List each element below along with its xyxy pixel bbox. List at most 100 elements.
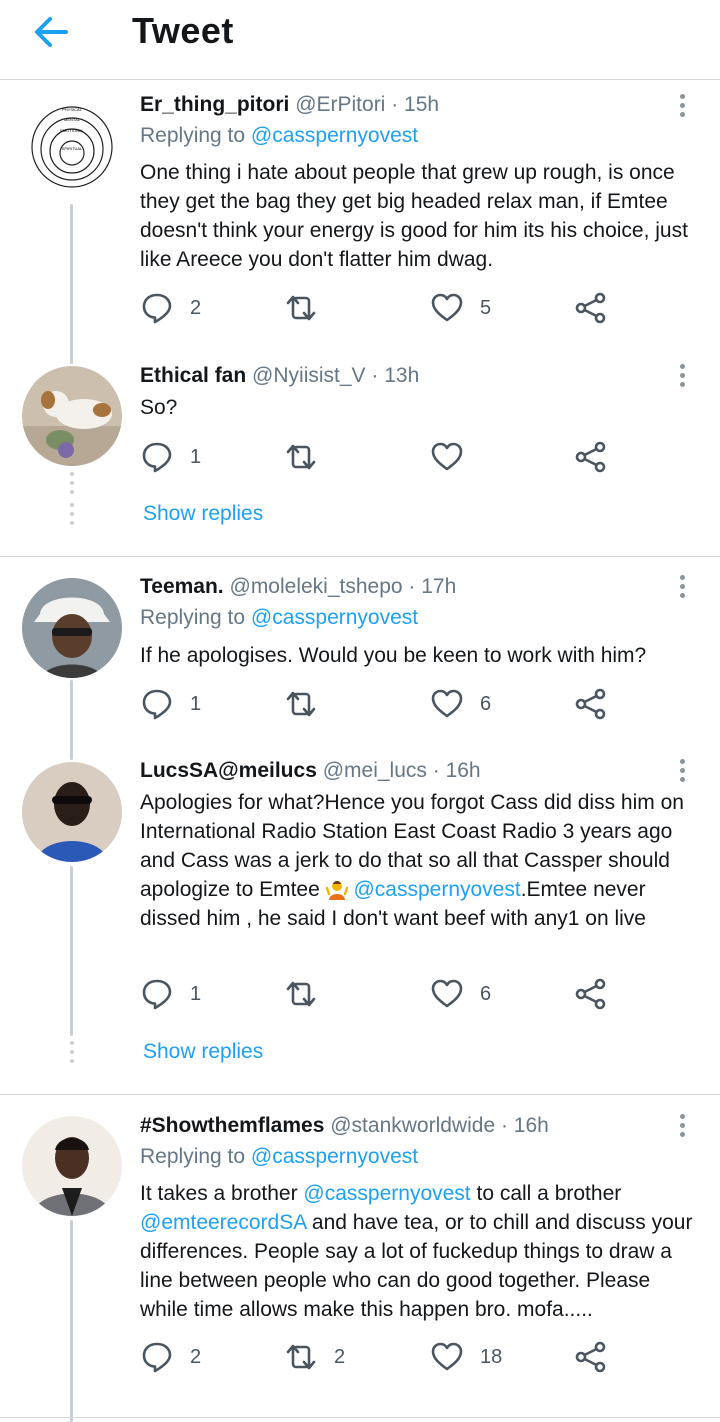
mention-link[interactable]: @casspernyovest <box>251 124 418 147</box>
avatar-label-physical: PHYSICAL <box>62 107 83 112</box>
tweet-text-part: to call a brother <box>470 1182 622 1205</box>
tweet-actions: 1 6 <box>140 974 620 1014</box>
tweet-meta: #Showthemflames @stankworldwide · 16h <box>140 1114 549 1138</box>
show-replies-link[interactable]: Show replies <box>143 502 263 526</box>
user-handle[interactable]: @mei_lucs <box>323 759 427 782</box>
tweet-actions: 2 5 <box>140 288 620 328</box>
share-button[interactable] <box>574 288 608 328</box>
user-handle[interactable]: @ErPitori <box>295 93 385 116</box>
tweet-meta: Teeman. @moleleki_tshepo · 17h <box>140 575 456 599</box>
reply-icon <box>142 979 172 1010</box>
retweet-button[interactable] <box>284 974 334 1014</box>
tweet-text: Apologies for what?Hence you forgot Cass… <box>140 788 700 933</box>
reply-button[interactable]: 1 <box>140 974 201 1014</box>
share-button[interactable] <box>574 684 608 724</box>
more-vertical-icon[interactable] <box>672 575 692 601</box>
share-icon <box>575 441 606 473</box>
heart-icon <box>431 293 463 322</box>
mention-link[interactable]: @casspernyovest <box>303 1182 470 1205</box>
share-button[interactable] <box>574 437 608 477</box>
retweet-icon <box>286 444 316 470</box>
more-vertical-icon[interactable] <box>672 94 692 120</box>
like-button[interactable]: 6 <box>430 684 491 724</box>
avatar[interactable] <box>22 578 122 678</box>
tweet-meta: Er_thing_pitori @ErPitori · 15h <box>140 93 439 117</box>
person-gesturing-emoji-icon <box>325 878 348 900</box>
like-button[interactable]: 5 <box>430 288 491 328</box>
avatar[interactable] <box>22 366 122 466</box>
avatar[interactable] <box>22 1116 122 1216</box>
share-button[interactable] <box>574 1337 608 1377</box>
back-arrow-icon[interactable] <box>30 12 74 52</box>
share-button[interactable] <box>574 974 608 1014</box>
like-count: 18 <box>480 1345 503 1368</box>
tweet-text-part: It takes a brother <box>140 1182 304 1205</box>
reply-icon <box>142 689 172 720</box>
show-replies-link[interactable]: Show replies <box>143 1040 263 1064</box>
avatar-label-emotional: EMOTIONAL <box>60 128 84 133</box>
replying-to-label: Replying to <box>140 124 251 147</box>
user-handle[interactable]: @Nyiisist_V <box>252 364 366 387</box>
like-count: 6 <box>480 982 492 1005</box>
mention-link[interactable]: @casspernyovest <box>251 606 418 629</box>
more-vertical-icon[interactable] <box>672 364 692 390</box>
retweet-icon <box>286 691 316 717</box>
display-name[interactable]: Ethical fan <box>140 364 246 387</box>
tweet-text: It takes a brother @casspernyovest to ca… <box>140 1179 700 1324</box>
timestamp: · 13h <box>371 364 420 387</box>
timestamp: · 17h <box>408 575 457 598</box>
share-icon <box>575 978 606 1010</box>
replying-to: Replying to @casspernyovest <box>140 124 418 148</box>
more-vertical-icon[interactable] <box>672 1114 692 1140</box>
thread-collapsed-dots <box>70 472 74 499</box>
reply-count: 1 <box>190 445 202 468</box>
avatar[interactable]: PHYSICAL MENTAL EMOTIONAL SPIRITUAL <box>22 102 122 202</box>
retweet-icon <box>286 1344 316 1370</box>
replying-to-label: Replying to <box>140 606 251 629</box>
timestamp: · 15h <box>391 93 440 116</box>
user-handle[interactable]: @stankworldwide <box>330 1114 495 1137</box>
tweet-text: So? <box>140 396 178 419</box>
tweet-meta: LucsSA@meilucs @mei_lucs · 16h <box>140 759 481 783</box>
display-name[interactable]: LucsSA@meilucs <box>140 759 317 782</box>
replying-to: Replying to @casspernyovest <box>140 606 418 630</box>
share-icon <box>575 292 606 324</box>
share-icon <box>575 1341 606 1373</box>
reply-button[interactable]: 2 <box>140 1337 201 1377</box>
reply-button[interactable]: 2 <box>140 288 201 328</box>
tweet-actions: 1 6 <box>140 684 620 724</box>
more-vertical-icon[interactable] <box>672 759 692 785</box>
retweet-button[interactable] <box>284 437 334 477</box>
like-button[interactable] <box>430 437 480 477</box>
retweet-button[interactable]: 2 <box>284 1337 345 1377</box>
page-title: Tweet <box>132 10 234 51</box>
like-button[interactable]: 18 <box>430 1337 502 1377</box>
heart-icon <box>431 1342 463 1371</box>
display-name[interactable]: Teeman. <box>140 575 224 598</box>
reply-button[interactable]: 1 <box>140 684 201 724</box>
reply-count: 1 <box>190 692 202 715</box>
thread-line <box>70 1220 73 1422</box>
display-name[interactable]: #Showthemflames <box>140 1114 324 1137</box>
heart-icon <box>431 689 463 718</box>
tweet-text: If he apologises. Would you be keen to w… <box>140 644 647 667</box>
mention-link[interactable]: @casspernyovest <box>353 878 520 901</box>
retweet-icon <box>286 981 316 1007</box>
mention-link[interactable]: @emteerecordSA <box>140 1211 306 1234</box>
retweet-button[interactable] <box>284 288 334 328</box>
share-icon <box>575 688 606 720</box>
thread-collapsed-dots <box>70 503 74 530</box>
user-handle[interactable]: @moleleki_tshepo <box>230 575 403 598</box>
retweet-button[interactable] <box>284 684 334 724</box>
retweet-count: 2 <box>334 1345 346 1368</box>
display-name[interactable]: Er_thing_pitori <box>140 93 289 116</box>
divider <box>0 556 720 557</box>
mention-link[interactable]: @casspernyovest <box>251 1145 418 1168</box>
reply-button[interactable]: 1 <box>140 437 201 477</box>
replying-to-label: Replying to <box>140 1145 251 1168</box>
like-button[interactable]: 6 <box>430 974 491 1014</box>
avatar[interactable] <box>22 762 122 862</box>
thread-line <box>70 866 73 1036</box>
heart-icon <box>431 442 463 471</box>
like-count: 5 <box>480 296 492 319</box>
